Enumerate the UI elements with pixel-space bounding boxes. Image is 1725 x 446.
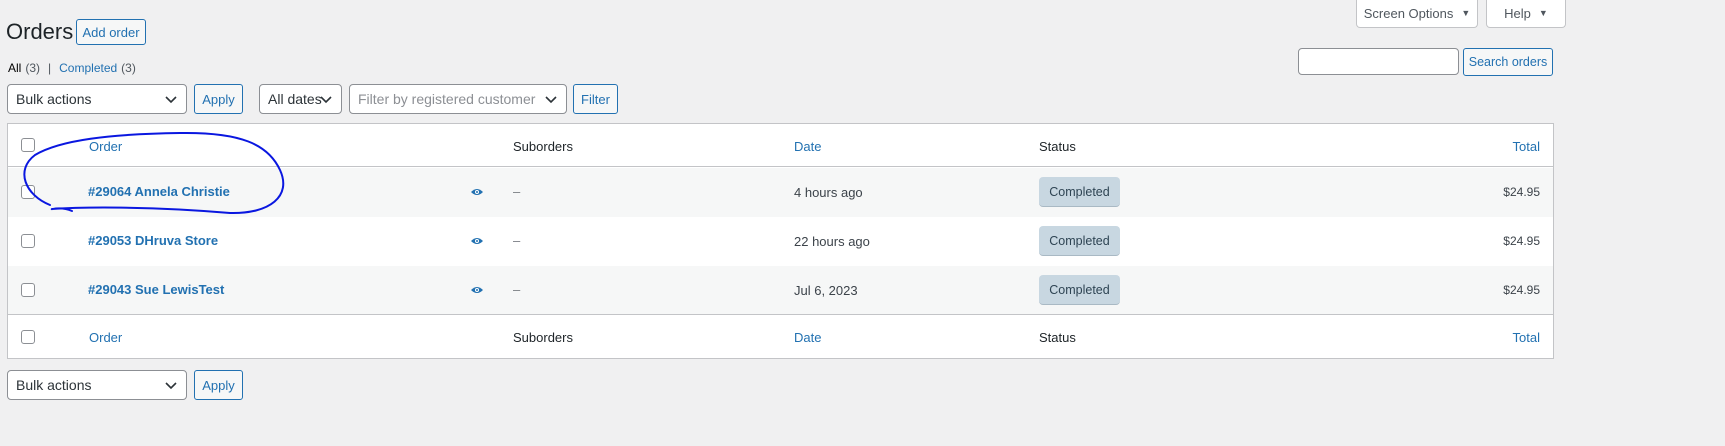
filter-all-count: (3): [25, 61, 41, 75]
help-label: Help: [1504, 5, 1531, 21]
customer-filter-placeholder: Filter by registered customer: [358, 91, 536, 107]
table-row[interactable]: #29064 Annela Christie – 4 hours ago Com…: [8, 168, 1553, 217]
eye-icon[interactable]: [470, 187, 484, 197]
column-date-header[interactable]: Date: [794, 139, 821, 154]
column-total-footer[interactable]: Total: [1513, 330, 1540, 345]
order-date: 4 hours ago: [794, 185, 863, 200]
select-all-checkbox[interactable]: [21, 138, 35, 152]
screen-options-label: Screen Options: [1363, 5, 1454, 21]
order-date: 22 hours ago: [794, 234, 870, 249]
customer-filter-select[interactable]: Filter by registered customer: [349, 84, 567, 114]
column-status-header: Status: [1039, 139, 1076, 154]
order-total: $24.95: [1503, 283, 1540, 297]
suborders-value: –: [513, 184, 521, 199]
apply-button-bottom[interactable]: Apply: [194, 370, 243, 400]
table-header-row: Order Suborders Date Status Total: [8, 124, 1553, 167]
order-total: $24.95: [1503, 185, 1540, 199]
caret-down-icon: ▼: [1461, 8, 1471, 18]
screen-options-button[interactable]: Screen Options ▼: [1356, 0, 1478, 28]
table-row[interactable]: #29043 Sue LewisTest – Jul 6, 2023 Compl…: [8, 266, 1553, 314]
order-link[interactable]: #29043 Sue LewisTest: [88, 282, 224, 297]
suborders-value: –: [513, 282, 521, 297]
order-total: $24.95: [1503, 234, 1540, 248]
dates-select[interactable]: All dates: [259, 84, 342, 114]
filter-button[interactable]: Filter: [573, 84, 618, 114]
order-date: Jul 6, 2023: [794, 283, 858, 298]
apply-button[interactable]: Apply: [194, 84, 243, 114]
column-status-footer: Status: [1039, 330, 1076, 345]
status-filter-links: All (3) | Completed (3): [8, 61, 136, 75]
row-checkbox[interactable]: [21, 185, 35, 199]
status-badge: Completed: [1039, 275, 1120, 305]
column-order-footer[interactable]: Order: [89, 330, 122, 345]
add-order-button[interactable]: Add order: [76, 19, 146, 45]
filter-completed-link[interactable]: Completed: [59, 61, 117, 75]
column-order-header[interactable]: Order: [89, 139, 122, 154]
status-badge: Completed: [1039, 226, 1120, 256]
select-all-checkbox[interactable]: [21, 330, 35, 344]
orders-table: Order Suborders Date Status Total #29064…: [7, 123, 1554, 359]
caret-down-icon: ▼: [1538, 8, 1548, 18]
search-orders-button[interactable]: Search orders: [1463, 48, 1553, 76]
bulk-actions-select-bottom[interactable]: Bulk actions: [7, 370, 187, 400]
status-badge: Completed: [1039, 177, 1120, 207]
eye-icon[interactable]: [470, 236, 484, 246]
table-footer-row: Order Suborders Date Status Total: [8, 314, 1553, 358]
filter-completed-count: (3): [121, 61, 136, 75]
column-suborders-header: Suborders: [513, 139, 573, 154]
suborders-value: –: [513, 233, 521, 248]
order-link[interactable]: #29053 DHruva Store: [88, 233, 218, 248]
column-total-header[interactable]: Total: [1513, 139, 1540, 154]
bulk-actions-select[interactable]: Bulk actions: [7, 84, 187, 114]
search-input[interactable]: [1298, 48, 1459, 75]
help-button[interactable]: Help ▼: [1486, 0, 1566, 28]
page-title: Orders: [6, 19, 74, 44]
row-checkbox[interactable]: [21, 283, 35, 297]
dates-value: All dates: [268, 91, 322, 107]
filter-separator: |: [48, 61, 52, 75]
column-suborders-footer: Suborders: [513, 330, 573, 345]
filter-all-link[interactable]: All: [8, 61, 21, 75]
bulk-actions-value: Bulk actions: [16, 377, 92, 393]
bulk-actions-value: Bulk actions: [16, 91, 92, 107]
table-row[interactable]: #29053 DHruva Store – 22 hours ago Compl…: [8, 217, 1553, 266]
column-date-footer[interactable]: Date: [794, 330, 821, 345]
order-link[interactable]: #29064 Annela Christie: [88, 184, 230, 199]
chevron-down-icon: [545, 96, 557, 104]
eye-icon[interactable]: [470, 285, 484, 295]
row-checkbox[interactable]: [21, 234, 35, 248]
chevron-down-icon: [320, 96, 332, 104]
chevron-down-icon: [165, 382, 177, 390]
chevron-down-icon: [165, 96, 177, 104]
